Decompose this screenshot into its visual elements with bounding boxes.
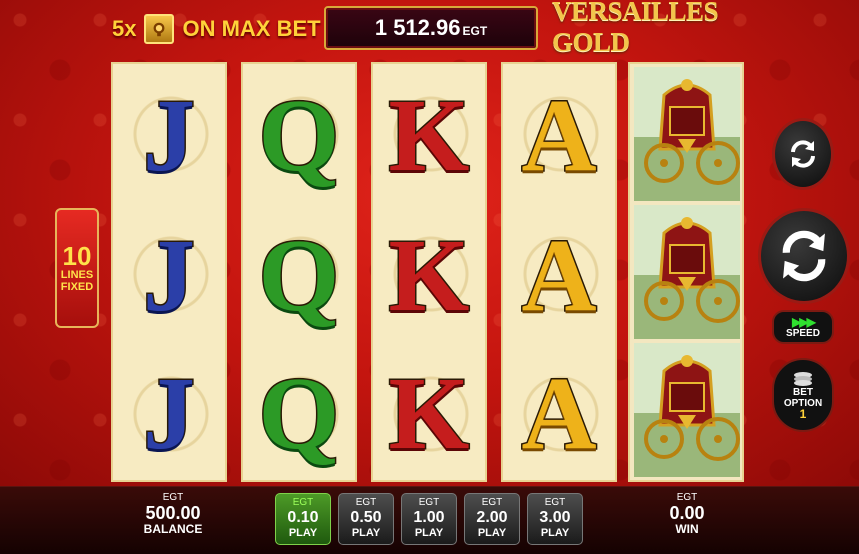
reel-symbol: K bbox=[387, 78, 471, 193]
win-value: 0.00 bbox=[669, 503, 705, 523]
bet-value: 1.00 bbox=[413, 509, 445, 526]
reel-symbol: J bbox=[142, 218, 197, 333]
bet-value: 2.00 bbox=[476, 509, 508, 526]
reel-5 bbox=[628, 62, 744, 482]
bet-label: PLAY bbox=[540, 527, 570, 539]
bet-button-1[interactable]: EGT 0.10 PLAY bbox=[275, 493, 331, 545]
carriage-icon bbox=[634, 67, 740, 201]
win-currency: EGT bbox=[676, 492, 698, 503]
credit-display: 1 512.96 EGT bbox=[324, 6, 538, 50]
bet-label: PLAY bbox=[477, 527, 507, 539]
spin-button[interactable] bbox=[758, 208, 850, 304]
coin-stack-icon bbox=[794, 371, 812, 386]
bet-value: 0.10 bbox=[287, 509, 319, 526]
bet-currency: EGT bbox=[355, 497, 377, 508]
reel-symbol: J bbox=[142, 78, 197, 193]
scatter-symbol-icon bbox=[144, 14, 175, 44]
game-logo: VERSAILLES GOLD bbox=[552, 0, 764, 57]
balance-label: BALANCE bbox=[143, 522, 203, 536]
bet-value: 3.00 bbox=[539, 509, 571, 526]
reel-2: Q Q Q bbox=[241, 62, 357, 482]
autoplay-icon bbox=[791, 140, 815, 168]
bet-label: PLAY bbox=[288, 527, 318, 539]
win-label: WIN bbox=[675, 522, 699, 536]
win-display: EGT 0.00 WIN bbox=[642, 492, 732, 536]
reel-symbol: A bbox=[520, 218, 598, 333]
lines-fixed-badge: 10 LINES FIXED bbox=[55, 208, 99, 328]
balance-value: 500.00 bbox=[145, 503, 201, 523]
credit-currency: EGT bbox=[462, 24, 488, 38]
reel-symbol: J bbox=[142, 356, 197, 471]
promo-text: ON MAX BET bbox=[182, 16, 321, 41]
balance-display: EGT 500.00 BALANCE bbox=[128, 492, 218, 536]
bet-option-button[interactable]: BET OPTION 1 bbox=[772, 358, 834, 432]
balance-currency: EGT bbox=[162, 492, 184, 503]
reel-symbol: K bbox=[387, 218, 471, 333]
lines-label: LINES FIXED bbox=[60, 269, 94, 293]
bet-button-5[interactable]: EGT 3.00 PLAY bbox=[527, 493, 583, 545]
max-bet-promo: 5x ON MAX BET bbox=[112, 14, 321, 44]
speed-button[interactable]: ▶▶▶ SPEED bbox=[772, 310, 834, 344]
carriage-icon bbox=[634, 205, 740, 339]
bet-option-value: 1 bbox=[799, 406, 807, 421]
bet-value: 0.50 bbox=[350, 509, 382, 526]
autoplay-button[interactable] bbox=[772, 118, 834, 190]
promo-multiplier: 5x bbox=[112, 16, 137, 41]
reel-symbol: K bbox=[387, 356, 471, 471]
speed-label: SPEED bbox=[786, 327, 820, 339]
reel-symbol: Q bbox=[257, 78, 341, 193]
reel-3: K K K bbox=[371, 62, 487, 482]
credit-value: 1 512.96 bbox=[374, 15, 461, 40]
reel-symbol: A bbox=[520, 356, 598, 471]
bet-button-3[interactable]: EGT 1.00 PLAY bbox=[401, 493, 457, 545]
bet-label: PLAY bbox=[414, 527, 444, 539]
bet-button-2[interactable]: EGT 0.50 PLAY bbox=[338, 493, 394, 545]
bet-button-4[interactable]: EGT 2.00 PLAY bbox=[464, 493, 520, 545]
fast-forward-icon: ▶▶▶ bbox=[792, 314, 816, 329]
bet-currency: EGT bbox=[481, 497, 503, 508]
bet-currency: EGT bbox=[418, 497, 440, 508]
bet-label: PLAY bbox=[351, 527, 381, 539]
bet-currency: EGT bbox=[544, 497, 566, 508]
lines-count: 10 bbox=[62, 241, 92, 271]
reel-symbol: Q bbox=[257, 356, 341, 471]
reel-symbol: A bbox=[520, 78, 598, 193]
reel-4: A A A bbox=[501, 62, 617, 482]
reel-1: J J J bbox=[111, 62, 227, 482]
reel-symbol: Q bbox=[257, 218, 341, 333]
bet-currency: EGT bbox=[292, 497, 314, 508]
bet-option-label: BET OPTION bbox=[783, 386, 823, 409]
carriage-icon bbox=[634, 343, 740, 477]
spin-icon bbox=[782, 230, 826, 282]
game-logo-text: VERSAILLES GOLD bbox=[552, 0, 719, 57]
